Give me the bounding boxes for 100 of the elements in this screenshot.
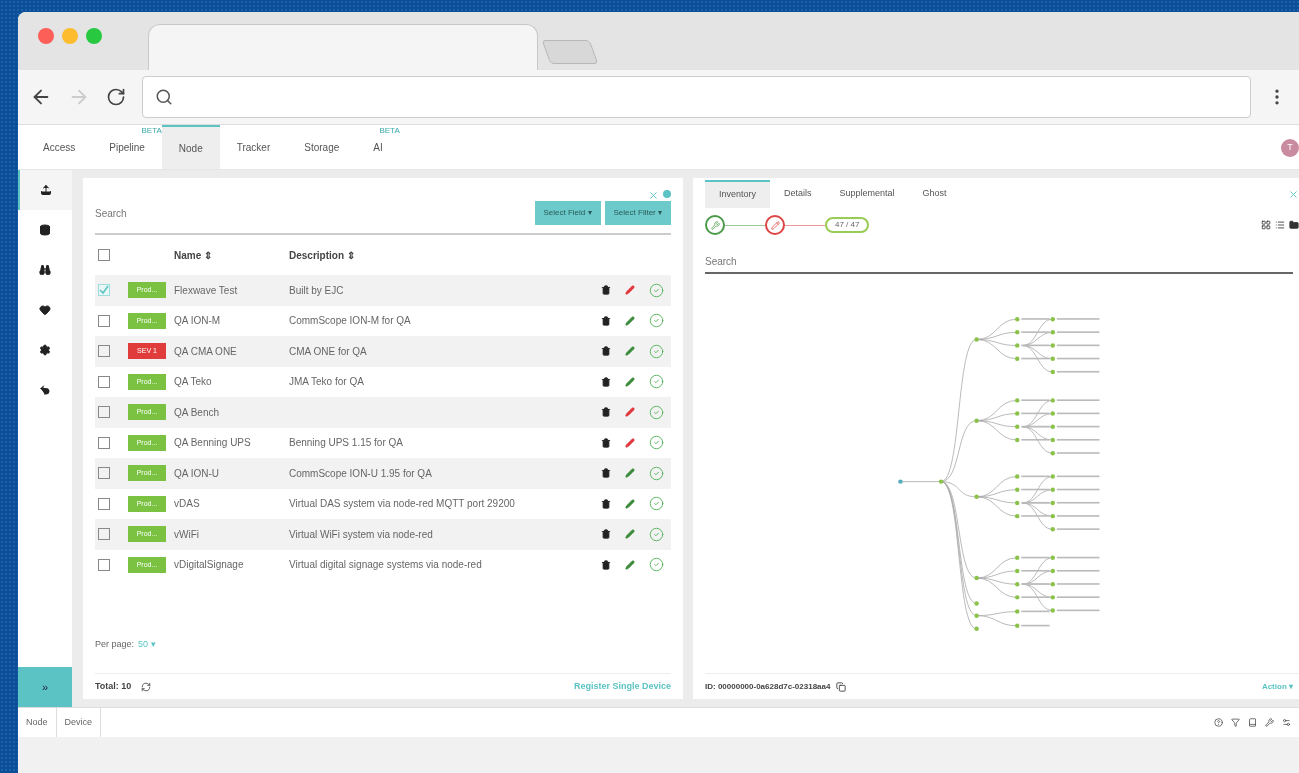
check-circle-icon[interactable] xyxy=(649,526,664,542)
collapse-icon[interactable] xyxy=(648,190,659,201)
pencil-icon[interactable] xyxy=(625,407,635,418)
trash-icon[interactable] xyxy=(601,315,611,326)
panel-tab[interactable]: Details xyxy=(770,180,826,208)
copy-icon[interactable] xyxy=(836,681,847,692)
reload-icon[interactable] xyxy=(106,87,126,107)
column-header[interactable]: Description ⇕ xyxy=(289,247,355,263)
pencil-icon[interactable] xyxy=(625,468,635,479)
close-icon[interactable] xyxy=(1288,189,1299,200)
device-description: JMA Teko for QA xyxy=(289,376,364,388)
nav-tab[interactable]: Access xyxy=(26,125,93,169)
row-checkbox[interactable] xyxy=(98,558,110,571)
check-circle-icon[interactable] xyxy=(649,496,664,512)
device-description: Virtual WiFi system via node-red xyxy=(289,528,433,540)
list-view-icon[interactable] xyxy=(1275,220,1285,230)
gear-icon xyxy=(39,344,51,356)
book-icon[interactable] xyxy=(1248,718,1257,727)
pencil-status-icon xyxy=(765,215,785,235)
nav-tab[interactable]: Node xyxy=(161,125,220,169)
search-icon xyxy=(155,88,173,106)
trash-icon[interactable] xyxy=(601,346,611,357)
help-icon[interactable] xyxy=(1214,718,1223,727)
device-name: vDigitalSignage xyxy=(174,558,245,573)
device-description: Virtual digital signage systems via node-red xyxy=(289,559,482,571)
trash-icon[interactable] xyxy=(601,376,611,387)
heart-icon xyxy=(39,304,51,316)
select-button[interactable]: Select Field ▾ xyxy=(534,201,601,225)
folder-icon[interactable] xyxy=(1289,220,1299,230)
binoculars-icon xyxy=(39,264,51,276)
row-checkbox[interactable] xyxy=(98,497,110,510)
device-name: QA Benning UPS xyxy=(174,436,252,451)
device-name: vDAS xyxy=(174,497,201,512)
device-description: CommScope ION-M for QA xyxy=(289,315,411,327)
check-circle-icon[interactable] xyxy=(649,313,664,329)
device-name: Flexwave Test xyxy=(174,283,239,298)
pencil-icon[interactable] xyxy=(625,346,635,357)
settings-icon[interactable] xyxy=(1282,718,1291,727)
pencil-icon[interactable] xyxy=(625,437,635,448)
check-circle-icon[interactable] xyxy=(649,465,664,481)
check-circle-icon[interactable] xyxy=(649,435,664,451)
close-window-icon[interactable] xyxy=(38,28,54,44)
trash-icon[interactable] xyxy=(601,498,611,509)
expand-button[interactable]: » xyxy=(18,667,72,707)
check-circle-icon[interactable] xyxy=(649,282,664,298)
pencil-icon[interactable] xyxy=(625,498,635,509)
device-description: CommScope ION-U 1.95 for QA xyxy=(289,467,432,479)
trash-icon[interactable] xyxy=(601,559,611,570)
pencil-icon[interactable] xyxy=(625,285,635,296)
panel-tab[interactable]: Inventory xyxy=(705,180,771,208)
row-checkbox[interactable] xyxy=(98,406,110,419)
device-name: QA Teko xyxy=(174,375,213,390)
trash-icon[interactable] xyxy=(601,285,611,296)
pencil-icon[interactable] xyxy=(625,559,635,570)
trash-icon[interactable] xyxy=(601,407,611,418)
check-circle-icon[interactable] xyxy=(649,343,664,359)
device-id: ID: 00000000-0a628d7c-02318aa4 xyxy=(705,680,831,693)
trash-icon[interactable] xyxy=(601,529,611,540)
row-checkbox[interactable] xyxy=(98,284,110,297)
cylinder-icon xyxy=(39,224,51,236)
filter-icon[interactable] xyxy=(1231,718,1240,727)
select-button[interactable]: Select Filter ▾ xyxy=(604,201,671,225)
wrench-icon[interactable] xyxy=(1265,718,1274,727)
refresh-icon[interactable] xyxy=(141,681,152,692)
column-header[interactable]: Name ⇕ xyxy=(174,247,289,263)
nav-tab[interactable]: Storage xyxy=(287,125,357,169)
select-all-checkbox[interactable] xyxy=(98,249,110,261)
pencil-icon[interactable] xyxy=(625,376,635,387)
search-field[interactable]: Search xyxy=(705,250,1293,274)
device-description: CMA ONE for QA xyxy=(289,345,367,357)
trash-icon[interactable] xyxy=(601,468,611,479)
panel-tab[interactable]: Ghost xyxy=(908,180,961,208)
check-circle-icon[interactable] xyxy=(649,374,664,390)
check-circle-icon[interactable] xyxy=(649,404,664,420)
total-count: Total: 10 xyxy=(95,679,132,693)
upload-icon xyxy=(40,184,52,196)
device-description: Built by EJC xyxy=(289,284,344,296)
checkmark-icon xyxy=(99,285,109,296)
pencil-icon[interactable] xyxy=(625,529,635,540)
row-checkbox[interactable] xyxy=(98,467,110,480)
row-checkbox[interactable] xyxy=(98,528,110,541)
beta-label: BETA xyxy=(141,127,162,135)
search-field[interactable]: Search xyxy=(95,205,531,221)
row-checkbox[interactable] xyxy=(98,375,110,388)
row-checkbox[interactable] xyxy=(98,314,110,327)
wrench-status-icon xyxy=(705,215,725,235)
panel-tab[interactable]: Supplemental xyxy=(825,180,909,208)
grid-view-icon[interactable] xyxy=(1261,220,1271,230)
row-checkbox[interactable] xyxy=(98,436,110,449)
nav-tab[interactable]: Tracker xyxy=(219,125,288,169)
device-name: QA Bench xyxy=(174,405,221,420)
device-name: QA ION-U xyxy=(174,466,220,481)
device-name: QA ION-M xyxy=(174,314,222,329)
pencil-icon[interactable] xyxy=(625,315,635,326)
device-name: vWiFi xyxy=(174,527,200,542)
row-checkbox[interactable] xyxy=(98,345,110,358)
device-description: Virtual DAS system via node-red MQTT port 29200 xyxy=(289,498,515,510)
check-circle-icon[interactable] xyxy=(649,557,664,573)
trash-icon[interactable] xyxy=(601,437,611,448)
undo-icon xyxy=(39,384,51,396)
